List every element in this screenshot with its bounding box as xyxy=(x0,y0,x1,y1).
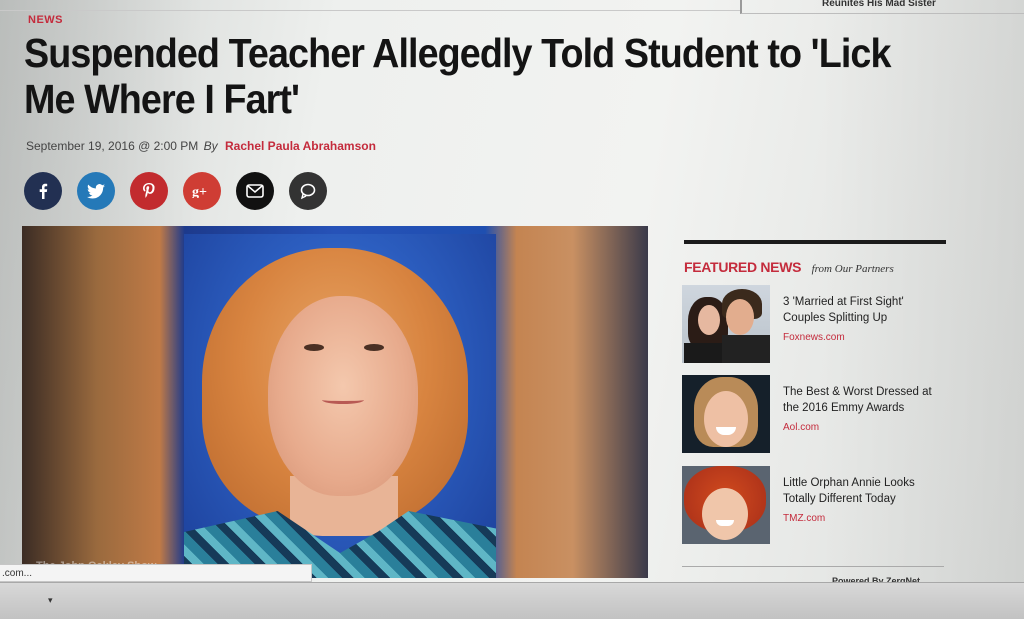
featured-item-headline[interactable]: The Best & Worst Dressed at the 2016 Emm… xyxy=(783,386,932,414)
featured-item-headline[interactable]: 3 'Married at First Sight' Couples Split… xyxy=(783,296,904,324)
featured-item-thumbnail[interactable] xyxy=(682,375,770,453)
byline: September 19, 2016 @ 2:00 PM By Rachel P… xyxy=(26,139,376,153)
featured-item-headline[interactable]: Little Orphan Annie Looks Totally Differ… xyxy=(783,477,915,505)
featured-item-source[interactable]: Aol.com xyxy=(783,420,943,436)
featured-item-thumbnail[interactable] xyxy=(682,466,770,544)
article-headline: Suspended Teacher Allegedly Told Student… xyxy=(24,30,891,122)
featured-item-1[interactable]: 3 'Married at First Sight' Couples Split… xyxy=(682,285,946,367)
email-share-button[interactable] xyxy=(236,172,274,210)
thumb-figure xyxy=(722,335,770,363)
pinterest-share-button[interactable] xyxy=(130,172,168,210)
browser-page: Reunites His Mad Sister NEWS Suspended T… xyxy=(0,0,1024,619)
status-url: .com... xyxy=(2,568,33,579)
browser-bottom-chrome: ▾ xyxy=(0,582,1024,619)
featured-item-source[interactable]: Foxnews.com xyxy=(783,330,943,346)
featured-news-title: FEATURED NEWS xyxy=(684,259,802,275)
pinterest-icon xyxy=(143,183,155,198)
sidebar-bottom-rule xyxy=(682,566,944,567)
article-photo[interactable]: The John Oakley Show xyxy=(22,226,648,578)
google-plus-share-button[interactable]: g+ xyxy=(183,172,221,210)
comment-share-button[interactable] xyxy=(289,172,327,210)
thumb-face xyxy=(704,391,748,447)
top-related-link[interactable]: Reunites His Mad Sister xyxy=(740,0,1024,14)
photo-subject-right-eye xyxy=(364,344,384,351)
thumb-face xyxy=(726,299,754,335)
by-label: By xyxy=(203,139,218,153)
chevron-down-icon[interactable]: ▾ xyxy=(48,595,53,606)
featured-item-3[interactable]: Little Orphan Annie Looks Totally Differ… xyxy=(682,466,946,548)
featured-item-thumbnail[interactable] xyxy=(682,285,770,363)
svg-text:g+: g+ xyxy=(192,185,207,198)
facebook-share-button[interactable] xyxy=(24,172,62,210)
twitter-icon xyxy=(87,183,105,199)
thumb-face xyxy=(702,488,748,540)
featured-item-2[interactable]: The Best & Worst Dressed at the 2016 Emm… xyxy=(682,375,946,457)
google-plus-icon: g+ xyxy=(192,185,207,198)
top-related-text[interactable]: Reunites His Mad Sister xyxy=(822,0,936,9)
share-buttons: g+ xyxy=(24,172,327,210)
photo-subject-left-eye xyxy=(304,344,324,351)
publish-date: September 19, 2016 @ 2:00 PM xyxy=(26,139,199,153)
photo-subject-mouth xyxy=(322,396,364,404)
browser-status-bar: .com... xyxy=(0,564,312,582)
author-link[interactable]: Rachel Paula Abrahamson xyxy=(225,139,376,153)
email-icon xyxy=(246,184,264,198)
featured-item-text[interactable]: Little Orphan Annie Looks Totally Differ… xyxy=(783,476,943,527)
featured-item-source[interactable]: TMZ.com xyxy=(783,511,943,527)
sidebar-top-rule xyxy=(684,240,946,244)
featured-item-text[interactable]: 3 'Married at First Sight' Couples Split… xyxy=(783,295,943,346)
twitter-share-button[interactable] xyxy=(77,172,115,210)
featured-news-header: FEATURED NEWS from Our Partners xyxy=(684,259,894,277)
featured-item-text[interactable]: The Best & Worst Dressed at the 2016 Emm… xyxy=(783,385,943,436)
facebook-icon xyxy=(39,183,48,199)
section-tag[interactable]: NEWS xyxy=(28,14,63,26)
top-divider xyxy=(0,10,740,11)
comment-icon xyxy=(300,183,316,200)
thumb-face xyxy=(698,305,720,335)
featured-news-subtitle: from Our Partners xyxy=(811,263,894,275)
